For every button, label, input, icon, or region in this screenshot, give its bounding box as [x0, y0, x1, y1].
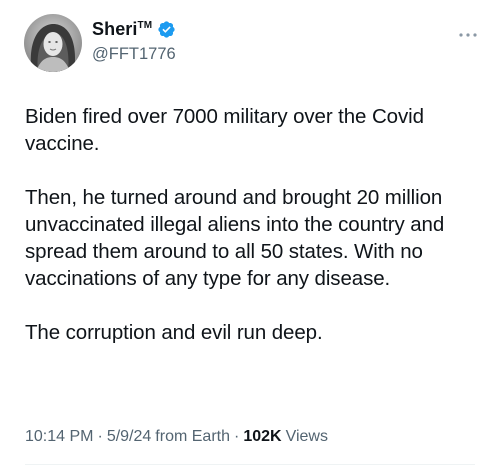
meta-separator: ·: [233, 428, 240, 445]
profile-photo-icon: [24, 14, 82, 72]
more-horizontal-icon[interactable]: [458, 25, 478, 37]
display-name-text: Sheri: [92, 18, 138, 39]
tweet-text: Biden fired over 7000 military over the …: [25, 103, 480, 373]
author-block: SheriTM @FFT1776: [92, 17, 176, 64]
tweet-time[interactable]: 10:14 PM: [25, 428, 93, 446]
tweet-source: from Earth: [155, 428, 230, 445]
tweet-paragraph: Then, he turned around and brought 20 mi…: [25, 186, 445, 290]
views-label: Views: [285, 428, 328, 445]
verified-badge-icon: [157, 20, 176, 39]
display-name[interactable]: SheriTM: [92, 19, 152, 40]
tweet-date[interactable]: 5/9/24: [107, 428, 151, 446]
tweet-meta: 10:14 PM · 5/9/24 from Earth · 102K View…: [25, 428, 328, 446]
name-row: SheriTM: [92, 17, 176, 41]
views-count[interactable]: 102K: [243, 428, 281, 446]
meta-separator: ·: [97, 428, 103, 445]
divider: [25, 464, 475, 465]
avatar[interactable]: [24, 14, 82, 72]
tweet-paragraph: Biden fired over 7000 military over the …: [25, 105, 424, 155]
tweet-paragraph: The corruption and evil run deep.: [25, 321, 323, 344]
trademark-mark: TM: [137, 19, 153, 31]
author-handle[interactable]: @FFT1776: [92, 45, 176, 64]
tweet-card: SheriTM @FFT1776 Biden fired over 7000 m…: [0, 0, 500, 469]
